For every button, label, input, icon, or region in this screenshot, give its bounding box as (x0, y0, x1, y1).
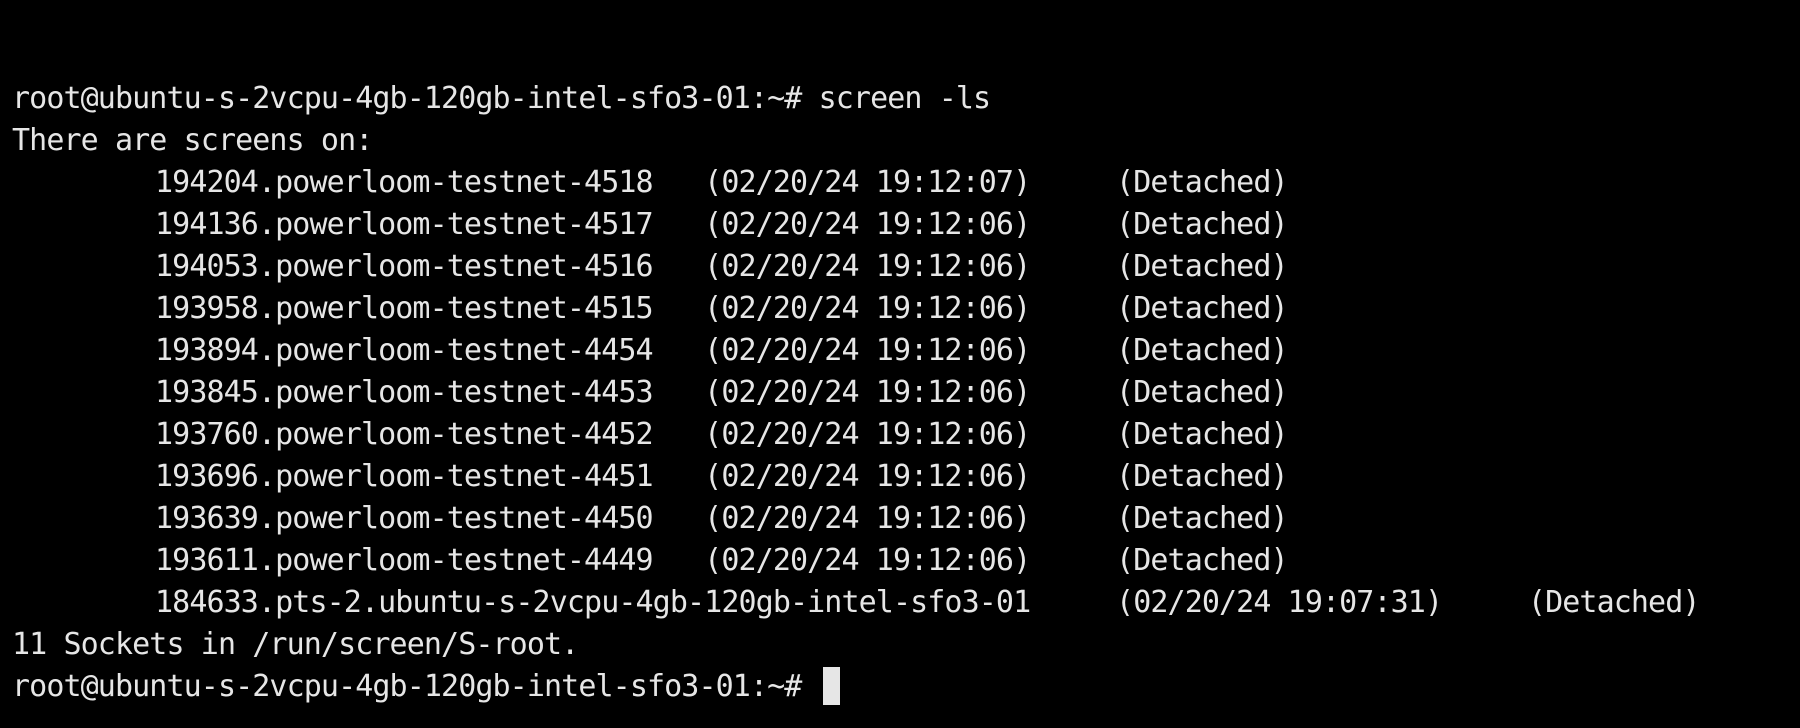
screen-session-line: 194136.powerloom-testnet-4517 (02/20/24 … (155, 207, 1289, 242)
sockets-summary: 11 Sockets in /run/screen/S-root. (12, 627, 579, 662)
command-line: root@ubuntu-s-2vcpu-4gb-120gb-intel-sfo3… (12, 81, 991, 116)
text-cursor (822, 666, 840, 705)
output-header: There are screens on: (12, 123, 373, 158)
screen-session-line: 184633.pts-2.ubuntu-s-2vcpu-4gb-120gb-in… (155, 585, 1700, 620)
screen-session-line: 193696.powerloom-testnet-4451 (02/20/24 … (155, 459, 1289, 494)
screen-session-line: 193894.powerloom-testnet-4454 (02/20/24 … (155, 333, 1289, 368)
terminal-window[interactable]: root@ubuntu-s-2vcpu-4gb-120gb-intel-sfo3… (0, 0, 1800, 728)
screen-session-line: 194204.powerloom-testnet-4518 (02/20/24 … (155, 165, 1289, 200)
shell-prompt: root@ubuntu-s-2vcpu-4gb-120gb-intel-sfo3… (12, 669, 819, 704)
screen-session-line: 193611.powerloom-testnet-4449 (02/20/24 … (155, 543, 1289, 578)
screen-session-line: 193760.powerloom-testnet-4452 (02/20/24 … (155, 417, 1289, 452)
prompt-line[interactable]: root@ubuntu-s-2vcpu-4gb-120gb-intel-sfo3… (12, 666, 840, 708)
screen-session-line: 193958.powerloom-testnet-4515 (02/20/24 … (155, 291, 1289, 326)
screen-session-line: 193639.powerloom-testnet-4450 (02/20/24 … (155, 501, 1289, 536)
screen-session-line: 194053.powerloom-testnet-4516 (02/20/24 … (155, 249, 1289, 284)
screen-session-line: 193845.powerloom-testnet-4453 (02/20/24 … (155, 375, 1289, 410)
